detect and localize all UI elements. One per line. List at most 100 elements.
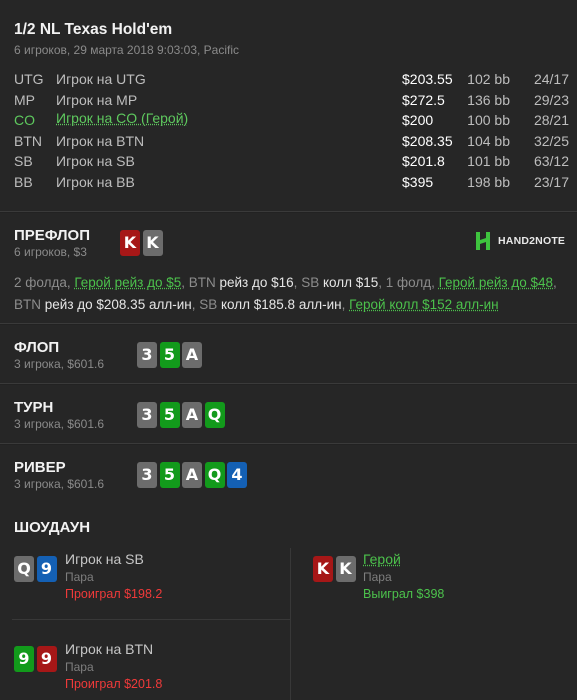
player-stack-bb: 101 bb [467,153,510,169]
turn-board-cards: 35AQ [137,402,227,428]
hero-showdown-result: Выиграл $398 [363,587,445,601]
playing-card: 3 [137,402,157,428]
playing-card: A [182,402,202,428]
playing-card: Q [204,462,225,488]
player-position: SB [14,153,33,169]
player-position: UTG [14,71,44,87]
player-row: UTG Игрок на UTG $203.55 102 bb 24/17 [14,71,569,92]
action-text: рейз до $208.35 алл-ин [44,296,192,312]
hand-subtitle: 6 игроков, 29 марта 2018 9:03:03, Pacifi… [14,43,239,57]
playing-card: 5 [159,342,180,368]
playing-card: 3 [137,342,157,368]
hero-showdown-hand: Пара [363,570,392,584]
player-stack-bb: 102 bb [467,71,510,87]
player-stats: 63/12 [533,153,569,169]
turn-section [0,385,577,444]
flop-title: ФЛОП [14,339,60,356]
playing-card: K [313,556,333,582]
action-text: , [181,275,189,290]
player-stack: $395 [402,173,434,190]
playing-card: Q [204,402,225,428]
hand-title: 1/2 NL Texas Hold'em [14,21,173,38]
turn-title: ТУРН [14,399,54,416]
sb-showdown-cards: Q9 [14,556,59,582]
action-text: колл $185.8 алл-ин [221,296,342,312]
player-stack-bb: 100 bb [467,112,510,128]
river-subtitle: 3 игрока, $601.6 [14,477,104,491]
player-name[interactable]: Игрок на MP [56,92,137,108]
action-text: , [341,296,350,312]
playing-card: K [335,556,356,582]
sb-showdown-name[interactable]: Игрок на SB [65,551,144,567]
hand-header: 1/2 NL Texas Hold'em 6 игроков, 29 марта… [0,0,577,212]
river-board-cards: 35AQ4 [137,462,250,488]
player-name[interactable]: Игрок на UTG [56,71,146,87]
showdown-title: ШОУДАУН [14,519,91,536]
hero-showdown-cards: KK [313,556,358,582]
player-stack: $272.5 [402,91,445,108]
action-text: BTN [188,275,220,290]
flop-board-cards: 35A [137,342,205,368]
btn-showdown-cards: 99 [14,646,59,672]
player-position: CO [14,112,35,128]
playing-card: 5 [159,462,180,488]
player-stats: 32/25 [533,132,569,149]
sb-showdown-result: Проиграл $198.2 [65,587,163,601]
playing-card: Q [14,556,34,582]
action-text: , [553,275,557,290]
hand2note-logo[interactable]: HAND2NOTE [473,230,565,252]
turn-subtitle: 3 игрока, $601.6 [14,417,104,431]
playing-card: K [142,230,163,256]
player-position: MP [14,91,35,108]
hero-action[interactable]: Герой колл $152 алл-ин [349,297,499,312]
hero-action[interactable]: Герой рейз до $48 [439,275,553,290]
action-text: SB [301,275,323,290]
preflop-actions: 2 фолда, Герой рейз до $5, BTN рейз до $… [14,272,566,315]
player-stack-bb: 136 bb [467,91,510,108]
action-text: SB [199,296,221,312]
hero-showdown-name[interactable]: Герой [363,551,401,567]
player-row: SB Игрок на SB $201.8 101 bb 63/12 [14,153,569,174]
hand2note-logo-text: HAND2NOTE [498,235,566,247]
showdown-row-divider [12,619,291,620]
player-stack-bb: 198 bb [467,173,510,190]
hero-hole-cards: KK [120,230,165,256]
player-position: BB [14,173,33,190]
btn-showdown-hand: Пара [65,660,94,674]
player-stack-bb: 104 bb [467,132,510,149]
player-stats: 24/17 [533,71,569,87]
player-stats: 29/23 [533,91,569,108]
showdown-column-divider [290,548,291,700]
btn-showdown-name[interactable]: Игрок на BTN [65,641,153,657]
flop-section [0,325,577,384]
playing-card: K [120,230,140,256]
player-stats: 28/21 [533,112,569,128]
preflop-subtitle: 6 игроков, $3 [14,245,87,259]
playing-card: 9 [36,646,57,672]
flop-subtitle: 3 игрока, $601.6 [14,357,104,371]
playing-card: A [182,462,202,488]
player-name[interactable]: Игрок на BTN [56,133,144,149]
player-name[interactable]: Игрок на BB [56,174,135,190]
playing-card: 9 [36,556,57,582]
action-text: рейз до $16 [219,275,294,290]
river-title: РИВЕР [14,459,66,476]
player-row: MP Игрок на MP $272.5 136 bb 29/23 [14,92,569,113]
player-name-hero[interactable]: Игрок на CO (Герой) [56,110,188,126]
preflop-title: ПРЕФЛОП [14,227,90,244]
river-section [0,445,577,500]
player-stack: $203.55 [402,71,453,87]
player-stack: $200 [402,112,434,128]
playing-card: 4 [227,462,247,488]
player-name[interactable]: Игрок на SB [56,153,135,169]
action-text: BTN [14,296,45,312]
player-row-hero: CO Игрок на CO (Герой) $200 100 bb 28/21 [14,110,569,133]
playing-card: 9 [14,646,34,672]
playing-card: 5 [159,402,180,428]
sb-showdown-hand: Пара [65,570,94,584]
players-list: UTG Игрок на UTG $203.55 102 bb 24/17 MP… [14,71,569,194]
action-text: 2 фолда, [14,275,75,290]
action-text: колл $15 [322,275,379,290]
playing-card: A [182,342,202,368]
hero-action[interactable]: Герой рейз до $5 [74,275,181,290]
